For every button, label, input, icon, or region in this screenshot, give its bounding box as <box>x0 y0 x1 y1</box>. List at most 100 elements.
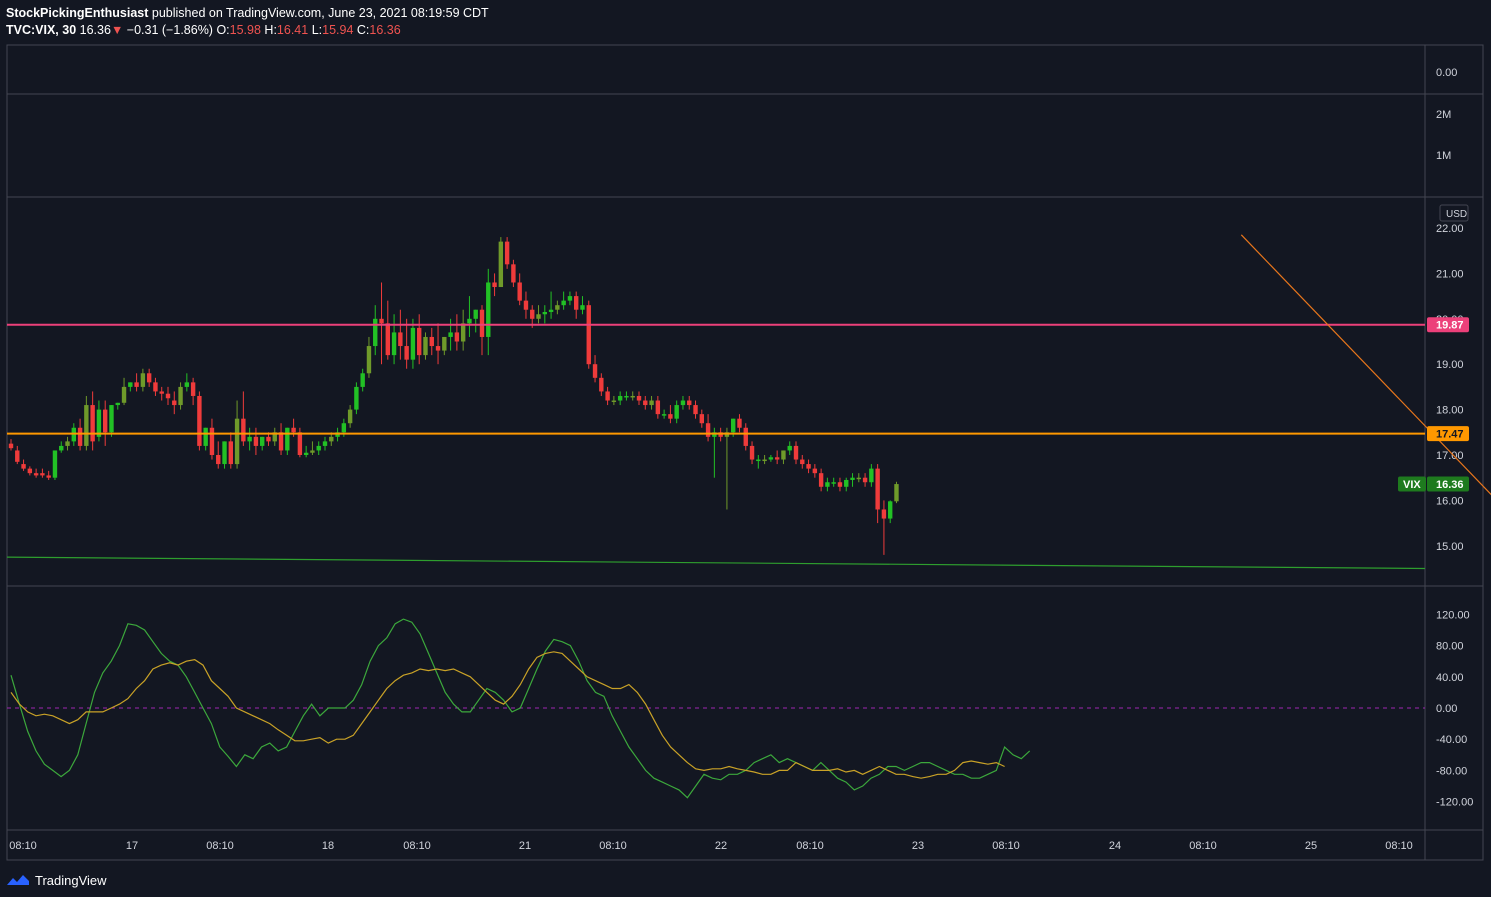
oscillator-tick: 120.00 <box>1436 609 1470 621</box>
candle-body <box>115 402 120 406</box>
candle-body <box>787 445 792 451</box>
price-tick: 21.00 <box>1436 268 1464 280</box>
candle-body <box>687 400 692 406</box>
candle-body <box>749 445 755 460</box>
candles-layer <box>8 237 899 555</box>
candle-body <box>172 400 177 406</box>
candle-body <box>103 409 108 433</box>
support-line[interactable] <box>6 556 1426 570</box>
candle-body <box>128 382 133 387</box>
candle-body <box>800 459 805 465</box>
candle-body <box>197 395 202 446</box>
candle-body <box>146 373 152 383</box>
candle-body <box>84 405 89 446</box>
price-tick: 16.00 <box>1436 495 1464 507</box>
candle-body <box>668 414 673 419</box>
candle-body <box>216 455 221 465</box>
chart-canvas[interactable]: 0.00 2M 1M USD 22.0021.0020.0019.0018.00… <box>0 0 1491 897</box>
candle-body <box>869 468 874 483</box>
candle-body <box>303 452 309 455</box>
price-tick: 15.00 <box>1436 541 1464 553</box>
time-tick: 08:10 <box>1189 840 1217 852</box>
vix-symbol-label: VIX <box>1403 479 1421 491</box>
candle-body <box>366 346 372 374</box>
candle-body <box>567 296 573 301</box>
time-axis: 08:10 17 08:10 18 08:10 21 08:10 22 08:10 23 08:10… <box>9 840 1413 852</box>
candle-body <box>203 427 208 446</box>
oscillator-tick: 0.00 <box>1436 703 1457 715</box>
candle-body <box>812 468 818 474</box>
candle-body <box>655 400 661 415</box>
candle-body <box>743 427 748 446</box>
candle-body <box>354 386 359 410</box>
oscillator-tick: -40.00 <box>1436 734 1467 746</box>
candle-body <box>498 241 504 288</box>
time-tick: 21 <box>519 840 531 852</box>
candle-body <box>561 300 566 306</box>
candle-body <box>768 457 774 460</box>
candle-body <box>693 405 698 415</box>
candle-body <box>881 509 887 519</box>
price-tick: 19.00 <box>1436 359 1464 371</box>
candle-body <box>391 332 397 356</box>
candle-body <box>417 327 422 356</box>
candle-body <box>699 414 704 424</box>
candle-body <box>636 395 642 401</box>
candle-body <box>523 300 529 310</box>
candle-body <box>247 436 252 442</box>
candle-body <box>379 318 384 324</box>
orange-level-value: 17.47 <box>1436 429 1464 441</box>
candle-body <box>661 414 667 416</box>
candle-body <box>504 241 510 265</box>
candle-body <box>228 441 233 465</box>
price-tick: 18.00 <box>1436 405 1464 417</box>
candle-body <box>479 309 485 337</box>
candle-body <box>611 400 617 403</box>
candle-body <box>260 436 265 446</box>
price-axis: 22.0021.0020.0019.0018.0017.0016.0015.00 <box>1436 223 1464 553</box>
candle-body <box>599 377 604 392</box>
candle-body <box>530 309 535 319</box>
candle-body <box>756 459 761 462</box>
candle-body <box>674 405 679 419</box>
candle-body <box>649 400 654 406</box>
candle-body <box>548 309 554 312</box>
candle-body <box>385 323 390 356</box>
candle-body <box>40 473 45 476</box>
candle-body <box>517 282 522 301</box>
candle-body <box>241 418 246 442</box>
candle-body <box>322 441 328 446</box>
candle-body <box>190 382 196 396</box>
oscillator-slow-line[interactable] <box>10 651 1005 779</box>
price-tick: 22.00 <box>1436 223 1464 235</box>
candle-body <box>825 482 830 487</box>
candle-body <box>77 427 83 446</box>
candle-body <box>291 427 296 433</box>
candle-body <box>586 305 591 365</box>
time-tick: 18 <box>322 840 334 852</box>
candle-body <box>888 501 893 519</box>
time-tick: 08:10 <box>992 840 1020 852</box>
candle-body <box>486 282 491 337</box>
candle-body <box>52 450 58 478</box>
candle-body <box>15 450 20 462</box>
candle-body <box>624 395 629 398</box>
chart-frame <box>6 44 1484 861</box>
candle-body <box>831 482 836 484</box>
candle-body <box>448 332 453 337</box>
candle-body <box>27 468 33 474</box>
trend-line[interactable] <box>1240 234 1491 562</box>
time-tick: 22 <box>715 840 727 852</box>
candle-body <box>159 391 164 394</box>
candle-body <box>844 479 849 487</box>
candle-body <box>617 395 623 401</box>
footer-brand[interactable]: TradingView <box>6 870 107 890</box>
candle-body <box>737 418 742 428</box>
oscillator-tick: -80.00 <box>1436 765 1467 777</box>
oscillator-fast-line[interactable] <box>10 618 1031 799</box>
candle-body <box>793 445 799 460</box>
vix-price-value: 16.36 <box>1436 479 1464 491</box>
candle-body <box>8 443 14 449</box>
candle-body <box>774 457 780 460</box>
candle-body <box>856 477 861 480</box>
